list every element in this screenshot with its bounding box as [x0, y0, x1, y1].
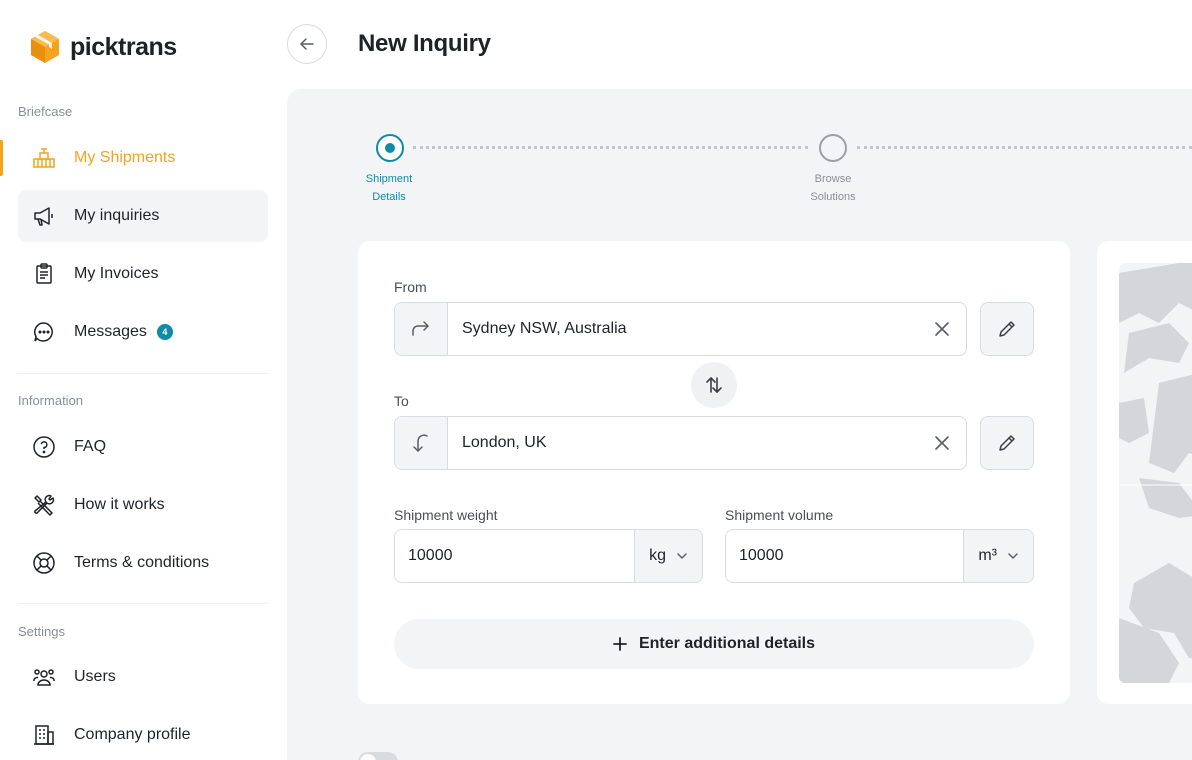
sidebar-item-label: Terms & conditions: [74, 554, 210, 571]
sidebar-item-label: Users: [74, 668, 116, 685]
messages-count-badge: 4: [156, 324, 173, 340]
cube-logo-icon: [31, 31, 59, 63]
sidebar-item-my-inquiries[interactable]: My inquiries: [18, 190, 268, 242]
weight-label: Shipment weight: [394, 507, 498, 523]
tools-icon: [32, 493, 56, 517]
sidebar-item-label: Messages: [74, 323, 147, 340]
weight-field[interactable]: 10000 kg: [394, 529, 703, 583]
volume-unit-select[interactable]: m³: [963, 530, 1033, 582]
divider: [18, 603, 268, 604]
arrival-arrow-icon: [395, 417, 448, 469]
step-shipment-details-indicator[interactable]: [376, 134, 404, 162]
weight-input[interactable]: 10000: [395, 547, 634, 565]
volume-unit-value: m³: [978, 547, 997, 564]
route-map-card: [1097, 241, 1192, 704]
to-label: To: [394, 393, 409, 409]
sidebar-item-label: How it works: [74, 496, 165, 513]
sidebar: picktrans Briefcase My Shipments My inqu…: [0, 0, 286, 760]
pencil-icon: [999, 435, 1015, 451]
sidebar-item-how-it-works[interactable]: How it works: [18, 479, 268, 531]
weight-unit-value: kg: [649, 547, 666, 564]
sidebar-item-terms[interactable]: Terms & conditions: [18, 537, 268, 589]
back-button[interactable]: [287, 24, 327, 64]
question-circle-icon: [32, 435, 56, 459]
sidebar-item-label: My Invoices: [74, 265, 159, 282]
warehouse-icon: [32, 146, 56, 170]
swap-vertical-icon: [706, 377, 722, 393]
clear-to-button[interactable]: [918, 435, 966, 451]
weight-unit-select[interactable]: kg: [634, 530, 702, 582]
step-browse-solutions-label[interactable]: Browse Solutions: [795, 170, 871, 206]
megaphone-icon: [32, 204, 56, 228]
main-panel: Shipment Details Browse Solutions From S…: [287, 89, 1192, 760]
step-shipment-details-label[interactable]: Shipment Details: [351, 170, 427, 206]
page-title: New Inquiry: [358, 30, 491, 57]
from-label: From: [394, 279, 427, 295]
sidebar-item-label: Company profile: [74, 726, 191, 743]
sidebar-item-label: My inquiries: [74, 207, 160, 224]
invoice-icon: [32, 262, 56, 286]
to-value[interactable]: London, UK: [448, 434, 918, 452]
additional-details-label: Enter additional details: [638, 635, 816, 652]
step-connector: [413, 146, 808, 149]
users-icon: [32, 665, 56, 689]
clear-from-button[interactable]: [918, 321, 966, 337]
pencil-icon: [999, 321, 1015, 337]
edit-to-button[interactable]: [980, 416, 1034, 470]
toggle-switch[interactable]: [358, 752, 398, 760]
world-map-shapes: [1119, 263, 1192, 683]
swap-locations-button[interactable]: [691, 362, 737, 408]
sidebar-item-users[interactable]: Users: [18, 651, 268, 703]
sidebar-item-my-invoices[interactable]: My Invoices: [18, 248, 268, 300]
shipment-details-card: From Sydney NSW, Australia To London, UK…: [358, 241, 1070, 704]
sidebar-item-company-profile[interactable]: Company profile: [18, 709, 268, 760]
active-indicator: [0, 140, 3, 176]
enter-additional-details-button[interactable]: Enter additional details: [394, 619, 1034, 669]
divider: [18, 373, 268, 374]
from-field[interactable]: Sydney NSW, Australia: [394, 302, 967, 356]
from-value[interactable]: Sydney NSW, Australia: [448, 320, 918, 338]
volume-label: Shipment volume: [725, 507, 834, 523]
sidebar-item-label: My Shipments: [74, 149, 176, 166]
volume-field[interactable]: 10000 m³: [725, 529, 1034, 583]
step-connector: [857, 146, 1192, 149]
volume-input[interactable]: 10000: [726, 547, 963, 565]
plus-icon: [613, 637, 627, 651]
sidebar-item-messages[interactable]: Messages 4: [18, 306, 268, 358]
world-map[interactable]: [1119, 263, 1192, 683]
close-icon: [935, 322, 949, 336]
step-browse-solutions-indicator[interactable]: [819, 134, 847, 162]
lifebuoy-icon: [32, 551, 56, 575]
sidebar-item-faq[interactable]: FAQ: [18, 421, 268, 473]
building-icon: [32, 723, 56, 747]
departure-arrow-icon: [395, 303, 448, 355]
edit-from-button[interactable]: [980, 302, 1034, 356]
to-field[interactable]: London, UK: [394, 416, 967, 470]
chevron-down-icon: [1008, 553, 1018, 559]
chat-bubble-icon: [32, 320, 56, 344]
logo[interactable]: picktrans: [30, 30, 177, 64]
logo-text: picktrans: [70, 32, 177, 61]
section-label-settings: Settings: [18, 624, 65, 639]
sidebar-item-my-shipments[interactable]: My Shipments: [18, 132, 268, 184]
arrow-left-icon: [300, 38, 314, 50]
section-label-information: Information: [18, 393, 84, 408]
sidebar-item-label: FAQ: [74, 438, 107, 455]
chevron-down-icon: [677, 553, 687, 559]
section-label-briefcase: Briefcase: [18, 104, 73, 119]
close-icon: [935, 436, 949, 450]
